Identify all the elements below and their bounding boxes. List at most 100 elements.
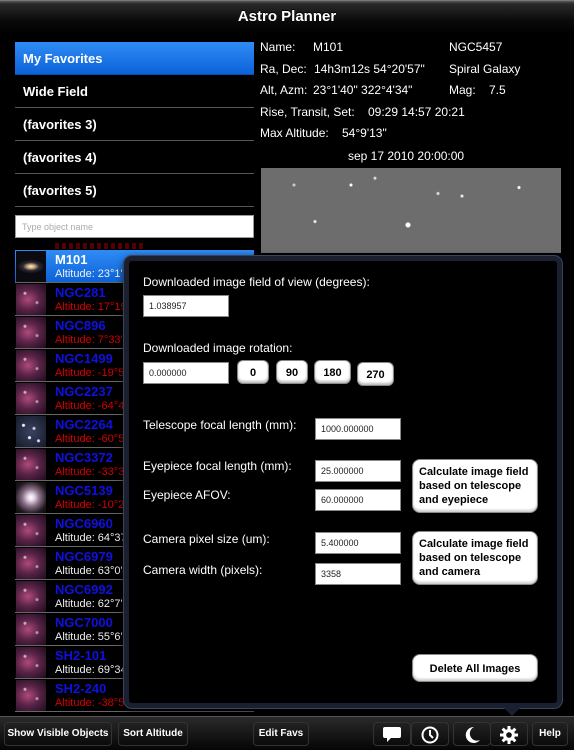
object-name: NGC3372 — [55, 450, 113, 465]
delete-all-images-button[interactable]: Delete All Images — [412, 654, 538, 682]
comments-button[interactable] — [373, 722, 411, 746]
object-name: NGC7000 — [55, 615, 113, 630]
camera-width-input[interactable] — [315, 563, 401, 585]
object-thumbnail — [16, 647, 46, 678]
object-thumbnail — [16, 581, 46, 612]
object-name: SH2-240 — [55, 681, 107, 696]
edit-favs-button[interactable]: Edit Favs — [253, 722, 309, 746]
gear-icon — [500, 726, 518, 744]
object-name: NGC1499 — [55, 351, 113, 366]
eyepiece-afov-input[interactable] — [315, 489, 401, 511]
object-altitude: Altitude: -10°2 — [55, 499, 125, 511]
mag-label: Mag: — [449, 83, 476, 97]
rotation-0-button[interactable]: 0 — [237, 360, 269, 384]
settings-popover: Downloaded image field of view (degrees)… — [124, 256, 562, 708]
object-thumbnail — [16, 383, 46, 414]
object-altitude: Altitude: 69°34 — [55, 664, 127, 676]
object-name: NGC5139 — [55, 483, 113, 498]
object-altitude: Altitude: 7°33'4 — [55, 334, 129, 346]
settings-button[interactable] — [490, 722, 528, 746]
object-name: NGC2264 — [55, 417, 113, 432]
rotation-90-button[interactable]: 90 — [276, 360, 308, 384]
object-altitude: Altitude: 64°37 — [55, 532, 127, 544]
rotation-label: Downloaded image rotation: — [143, 341, 293, 355]
object-name: NGC281 — [55, 285, 106, 300]
night-mode-button[interactable] — [453, 722, 491, 746]
camera-pixel-size-label: Camera pixel size (um): — [143, 532, 270, 546]
rotation-180-button[interactable]: 180 — [314, 360, 351, 384]
favorites-item-wide-field[interactable]: Wide Field — [15, 75, 254, 108]
list-scroll-peek — [55, 243, 145, 249]
object-name: NGC896 — [55, 318, 106, 333]
rotation-270-button[interactable]: 270 — [357, 362, 394, 386]
object-thumbnail — [16, 515, 46, 546]
object-thumbnail — [16, 614, 46, 645]
object-altitude: Altitude: -33°3 — [55, 466, 125, 478]
object-altitude: Altitude: 55°6'5 — [55, 631, 129, 643]
eyepiece-focal-length-label: Eyepiece focal length (mm): — [143, 459, 292, 473]
sky-image[interactable] — [261, 168, 561, 253]
object-name: NGC6979 — [55, 549, 113, 564]
object-altitude: Altitude: -19°5 — [55, 367, 125, 379]
alt-name-value: NGC5457 — [449, 40, 503, 54]
object-altitude: Altitude: 17°19 — [55, 301, 127, 313]
favorites-item-5[interactable]: (favorites 5) — [15, 174, 254, 207]
eyepiece-afov-label: Eyepiece AFOV: — [143, 488, 231, 502]
object-altitude: Altitude: 62°7'3 — [55, 598, 129, 610]
object-name: M101 — [55, 252, 88, 267]
object-thumbnail — [16, 482, 46, 513]
favorites-list: My Favorites Wide Field (favorites 3) (f… — [15, 42, 254, 207]
favorites-item-3[interactable]: (favorites 3) — [15, 108, 254, 141]
object-type: Spiral Galaxy — [449, 62, 521, 76]
bottom-toolbar: Show Visible Objects Sort Altitude Edit … — [0, 716, 574, 750]
object-thumbnail — [16, 284, 46, 315]
object-search-input[interactable] — [15, 215, 254, 238]
object-thumbnail — [16, 350, 46, 381]
telescope-focal-length-label: Telescope focal length (mm): — [143, 418, 297, 432]
object-name: NGC6992 — [55, 582, 113, 597]
sort-altitude-button[interactable]: Sort Altitude — [118, 722, 188, 746]
eyepiece-focal-length-input[interactable] — [315, 460, 401, 482]
object-thumbnail — [16, 416, 46, 447]
calculate-camera-button[interactable]: Calculate image field based on telescope… — [412, 531, 538, 585]
altazm-value: 23°1'40" 322°4'34" — [313, 83, 413, 97]
camera-width-label: Camera width (pixels): — [143, 563, 263, 577]
object-altitude: Altitude: 23°1'4 — [55, 268, 129, 280]
app-title: Astro Planner — [237, 8, 337, 25]
object-name: SH2-101 — [55, 648, 107, 663]
favorites-item-my-favorites[interactable]: My Favorites — [15, 42, 254, 75]
name-value: M101 — [313, 40, 344, 54]
telescope-focal-length-input[interactable] — [315, 418, 401, 440]
clock-icon — [421, 726, 439, 744]
object-name: NGC6960 — [55, 516, 113, 531]
object-altitude: Altitude: 63°0'4 — [55, 565, 129, 577]
object-altitude: Altitude: -64°4 — [55, 400, 125, 412]
object-altitude: Altitude: -60°5 — [55, 433, 125, 445]
object-thumbnail — [16, 449, 46, 480]
popover-arrow — [500, 704, 524, 716]
camera-pixel-size-input[interactable] — [315, 532, 401, 554]
object-name: NGC2237 — [55, 384, 113, 399]
calculate-eyepiece-button[interactable]: Calculate image field based on telescope… — [412, 459, 538, 513]
show-visible-objects-button[interactable]: Show Visible Objects — [4, 722, 112, 746]
help-button[interactable]: Help — [532, 722, 568, 746]
favorites-item-4[interactable]: (favorites 4) — [15, 141, 254, 174]
rotation-input[interactable] — [143, 362, 229, 384]
max-altitude-label: Max Altitude: — [260, 126, 329, 140]
title-bar: Astro Planner — [0, 0, 574, 34]
mag-value: 7.5 — [489, 83, 506, 97]
altazm-label: Alt, Azm: — [260, 83, 308, 97]
fov-input[interactable] — [143, 295, 229, 317]
rise-transit-set-value: 09:29 14:57 20:21 — [368, 105, 465, 119]
radec-label: Ra, Dec: — [260, 62, 307, 76]
max-altitude-value: 54°9'13" — [342, 126, 387, 140]
moon-icon — [465, 726, 480, 743]
name-label: Name: — [260, 40, 296, 54]
observation-datetime: sep 17 2010 20:00:00 — [348, 149, 465, 163]
fov-label: Downloaded image field of view (degrees)… — [143, 275, 370, 289]
object-thumbnail — [16, 317, 46, 348]
radec-value: 14h3m12s 54°20'57" — [314, 62, 425, 76]
rise-transit-set-label: Rise, Transit, Set: — [260, 105, 355, 119]
speech-bubble-icon — [383, 727, 401, 742]
time-button[interactable] — [411, 722, 449, 746]
